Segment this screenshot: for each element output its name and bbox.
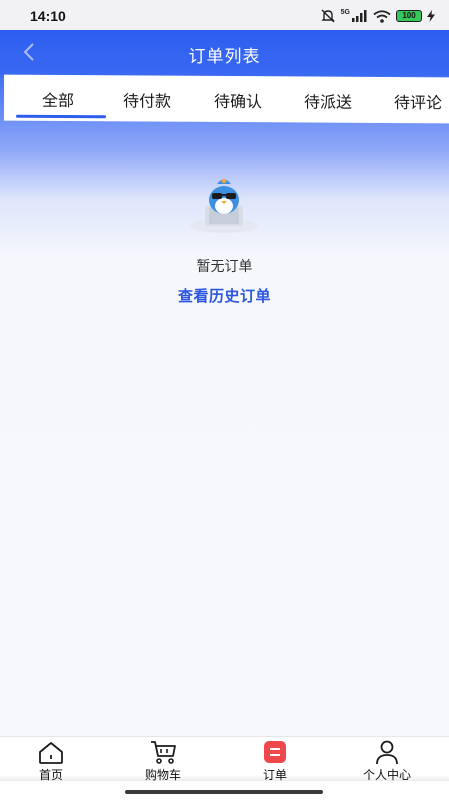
status-time: 14:10 bbox=[30, 8, 66, 24]
bottom-sheen bbox=[0, 775, 449, 781]
home-icon bbox=[39, 742, 63, 764]
order-tabs: 全部 待付款 待确认 待派送 待评论 bbox=[4, 74, 449, 124]
nav-profile[interactable]: 个人中心 bbox=[342, 739, 432, 789]
wifi-icon bbox=[373, 9, 391, 23]
header: 订单列表 bbox=[0, 30, 449, 76]
network-label: 5G bbox=[340, 8, 350, 16]
nav-home[interactable]: 首页 bbox=[6, 739, 96, 789]
view-history-link[interactable]: 查看历史订单 bbox=[0, 285, 449, 306]
tab-pending-delivery[interactable]: 待派送 bbox=[304, 88, 352, 112]
tab-pending-payment[interactable]: 待付款 bbox=[123, 87, 171, 111]
tab-pending-confirm[interactable]: 待确认 bbox=[214, 88, 262, 112]
signal-icon bbox=[352, 10, 367, 22]
tab-all[interactable]: 全部 bbox=[42, 87, 74, 111]
mute-icon bbox=[320, 9, 335, 23]
cart-icon bbox=[151, 741, 176, 764]
screen: 14:10 5G 100 订单列表 全部 待付款 待确认 待派送 待评论 暂无订… bbox=[0, 0, 449, 800]
nav-orders[interactable]: 订单 bbox=[230, 739, 320, 789]
status-bar: 14:10 5G 100 bbox=[0, 0, 449, 30]
nav-cart[interactable]: 购物车 bbox=[118, 739, 208, 789]
order-icon bbox=[264, 741, 286, 763]
empty-message: 暂无订单 bbox=[196, 259, 253, 275]
person-icon bbox=[376, 740, 398, 765]
tab-pending-review[interactable]: 待评论 bbox=[394, 89, 442, 113]
penguin-with-sunglasses-illustration bbox=[190, 178, 258, 233]
home-indicator[interactable] bbox=[125, 790, 323, 794]
status-icons: 5G 100 bbox=[320, 9, 435, 23]
active-tab-indicator bbox=[16, 114, 106, 119]
charging-icon bbox=[427, 10, 435, 22]
battery-icon: 100 bbox=[396, 10, 422, 22]
page-title: 订单列表 bbox=[188, 47, 261, 67]
